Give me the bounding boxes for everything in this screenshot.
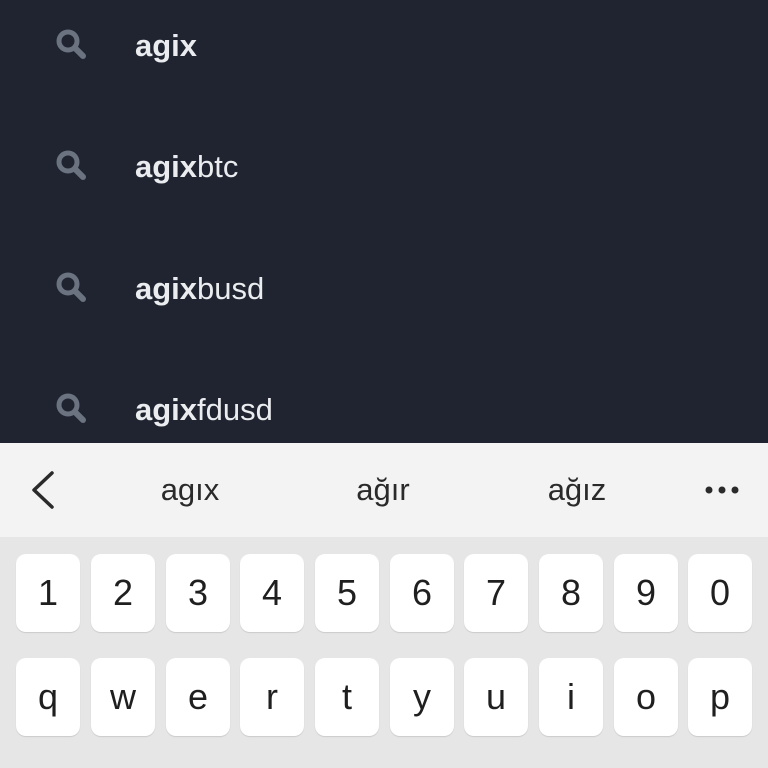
suggestion-item[interactable]: agix [0,0,768,121]
key-t[interactable]: t [315,658,379,736]
word-suggestion[interactable]: agıx [100,443,280,537]
suggestion-text: agixfdusd [135,392,273,427]
more-dots-icon[interactable] [692,467,752,513]
key-2[interactable]: 2 [91,554,155,632]
key-i[interactable]: i [539,658,603,736]
suggestion-text: agixbusd [135,271,265,306]
search-icon [56,150,86,180]
key-p[interactable]: p [688,658,752,736]
suggestion-text: agixbtc [135,149,239,184]
key-1[interactable]: 1 [16,554,80,632]
keyboard-suggestion-bar: agıx ağır ağız [0,443,768,537]
word-suggestion[interactable]: ağız [487,443,667,537]
key-4[interactable]: 4 [240,554,304,632]
suggestion-item[interactable]: agixbtc [0,121,768,242]
search-icon [56,393,86,423]
key-r[interactable]: r [240,658,304,736]
key-o[interactable]: o [614,658,678,736]
key-u[interactable]: u [464,658,528,736]
search-icon [56,272,86,302]
search-icon [56,29,86,59]
key-0[interactable]: 0 [688,554,752,632]
key-q[interactable]: q [16,658,80,736]
suggestion-text: agix [135,28,198,63]
suggestion-item[interactable]: agixbusd [0,243,768,364]
key-e[interactable]: e [166,658,230,736]
key-7[interactable]: 7 [464,554,528,632]
chevron-left-icon[interactable] [22,467,66,513]
key-9[interactable]: 9 [614,554,678,632]
virtual-keyboard: 1 2 3 4 5 6 7 8 9 0 q w e r t y u i o p [0,537,768,768]
key-5[interactable]: 5 [315,554,379,632]
word-suggestion[interactable]: ağır [293,443,473,537]
key-w[interactable]: w [91,658,155,736]
key-3[interactable]: 3 [166,554,230,632]
key-y[interactable]: y [390,658,454,736]
key-8[interactable]: 8 [539,554,603,632]
key-6[interactable]: 6 [390,554,454,632]
search-suggestions-list: agix agixbtc agixbusd agixfdusd [0,0,768,443]
